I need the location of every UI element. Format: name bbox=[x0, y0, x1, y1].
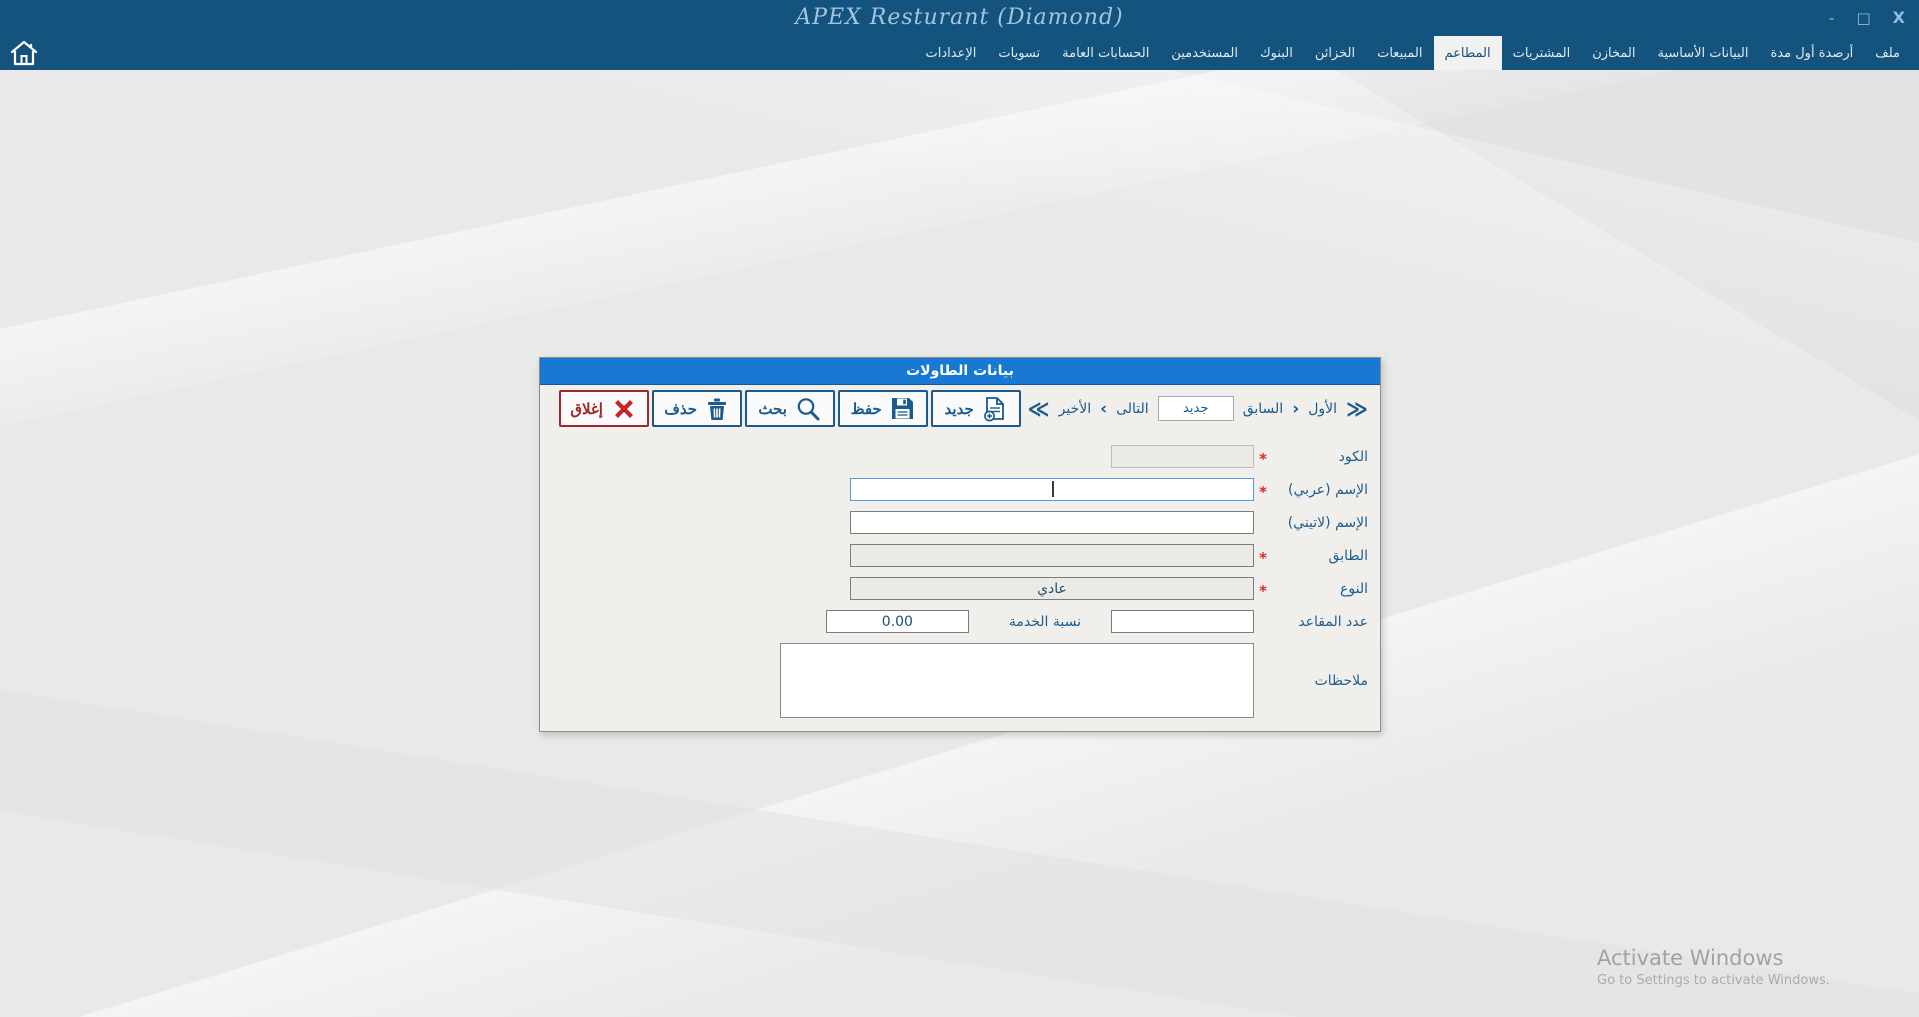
notes-label: ملاحظات bbox=[1272, 673, 1368, 689]
menu-item-banks[interactable]: البنوك bbox=[1249, 36, 1304, 70]
delete-button-label: حذف bbox=[664, 400, 697, 418]
code-row: الكود * bbox=[552, 445, 1368, 468]
nav-current-record: جديد bbox=[1158, 396, 1234, 421]
nav-previous-chevron-icon[interactable]: › bbox=[1292, 400, 1299, 418]
new-button[interactable]: جديد bbox=[931, 390, 1021, 427]
nav-first-button[interactable]: الأول bbox=[1308, 401, 1337, 417]
watermark-subtitle: Go to Settings to activate Windows. bbox=[1597, 973, 1830, 988]
nav-last-button[interactable]: الأخير bbox=[1059, 401, 1091, 417]
menu-item-purchases[interactable]: المشتريات bbox=[1502, 36, 1582, 70]
required-asterisk: * bbox=[1254, 548, 1272, 563]
watermark-title: Activate Windows bbox=[1597, 946, 1830, 970]
new-button-label: جديد bbox=[945, 400, 974, 418]
floor-row: الطابق * bbox=[552, 544, 1368, 567]
save-button-label: حفظ bbox=[851, 400, 882, 418]
tables-data-dialog: بيانات الطاولات ≫ الأول › السابق جديد ال… bbox=[539, 357, 1381, 732]
menu-item-safes[interactable]: الخزائن bbox=[1304, 36, 1366, 70]
menu-item-opening-balances[interactable]: أرصدة أول مدة bbox=[1760, 36, 1865, 70]
search-button-label: بحث bbox=[758, 400, 787, 418]
desktop: APEX Resturant (Diamond) - □ X ملف bbox=[0, 0, 1919, 1017]
record-navigator: ≫ الأول › السابق جديد التالى ‹ الأخير ≪ bbox=[1024, 396, 1376, 421]
table-form: الكود * الإسم (عربي) * الإسم (لاتيني) ال… bbox=[540, 431, 1380, 718]
name-arabic-row: الإسم (عربي) * bbox=[552, 478, 1368, 501]
close-x-icon bbox=[611, 396, 637, 422]
code-field bbox=[1111, 445, 1254, 468]
notes-row: ملاحظات bbox=[552, 643, 1368, 718]
save-button[interactable]: حفظ bbox=[838, 390, 928, 427]
text-caret bbox=[1052, 481, 1054, 497]
seats-label: عدد المقاعد bbox=[1272, 614, 1368, 630]
code-label: الكود bbox=[1272, 449, 1368, 465]
menu-item-settings[interactable]: الإعدادات bbox=[915, 36, 988, 70]
menu-item-sales[interactable]: المبيعات bbox=[1366, 36, 1433, 70]
notes-textarea[interactable] bbox=[780, 643, 1254, 718]
type-row: النوع * عادي bbox=[552, 577, 1368, 600]
search-button[interactable]: بحث bbox=[745, 390, 835, 427]
required-asterisk: * bbox=[1254, 482, 1272, 497]
menu-item-adjustments[interactable]: تسويات bbox=[987, 36, 1051, 70]
dialog-title: بيانات الطاولات bbox=[540, 358, 1380, 385]
maximize-button[interactable]: □ bbox=[1856, 7, 1870, 29]
name-latin-input[interactable] bbox=[850, 511, 1254, 534]
close-window-button[interactable]: X bbox=[1893, 7, 1905, 29]
type-label: النوع bbox=[1272, 581, 1368, 597]
seats-input[interactable] bbox=[1111, 610, 1254, 633]
menu-item-users[interactable]: المستخدمين bbox=[1160, 36, 1249, 70]
minimize-button[interactable]: - bbox=[1829, 7, 1834, 29]
floor-label: الطابق bbox=[1272, 548, 1368, 564]
nav-last-chevron-icon[interactable]: ≪ bbox=[1028, 399, 1050, 419]
menu-item-warehouses[interactable]: المخازن bbox=[1581, 36, 1646, 70]
name-arabic-label: الإسم (عربي) bbox=[1272, 482, 1368, 498]
name-latin-label: الإسم (لاتيني) bbox=[1272, 515, 1368, 531]
main-menu: ملف أرصدة أول مدة البيانات الأساسية المخ… bbox=[0, 36, 1919, 70]
floor-field bbox=[850, 544, 1254, 567]
name-latin-row: الإسم (لاتيني) bbox=[552, 511, 1368, 534]
search-icon bbox=[795, 396, 821, 422]
service-rate-input[interactable] bbox=[826, 610, 969, 633]
menu-item-general-accounts[interactable]: الحسابات العامة bbox=[1051, 36, 1160, 70]
nav-previous-button[interactable]: السابق bbox=[1243, 401, 1283, 417]
save-icon bbox=[890, 396, 915, 421]
required-asterisk: * bbox=[1254, 449, 1272, 464]
nav-next-button[interactable]: التالى bbox=[1116, 401, 1149, 417]
window-controls: - □ X bbox=[1829, 7, 1905, 29]
new-record-icon bbox=[982, 396, 1007, 422]
menu-item-basic-data[interactable]: البيانات الأساسية bbox=[1647, 36, 1760, 70]
window-title-bar: APEX Resturant (Diamond) - □ X bbox=[0, 0, 1919, 36]
app-title: APEX Resturant (Diamond) bbox=[0, 5, 1919, 30]
delete-button[interactable]: حذف bbox=[652, 390, 742, 427]
menu-item-restaurants[interactable]: المطاعم bbox=[1434, 36, 1502, 70]
service-rate-label: نسبة الخدمة bbox=[1009, 614, 1081, 630]
dialog-toolbar: ≫ الأول › السابق جديد التالى ‹ الأخير ≪ bbox=[540, 385, 1380, 431]
required-asterisk: * bbox=[1254, 581, 1272, 596]
app-header: APEX Resturant (Diamond) - □ X ملف bbox=[0, 0, 1919, 70]
type-select[interactable]: عادي bbox=[850, 577, 1254, 600]
nav-next-chevron-icon[interactable]: ‹ bbox=[1100, 400, 1107, 418]
close-button[interactable]: إغلاق bbox=[559, 390, 649, 427]
trash-icon bbox=[705, 396, 729, 422]
menu-item-file[interactable]: ملف bbox=[1864, 36, 1911, 70]
seats-row: عدد المقاعد نسبة الخدمة bbox=[552, 610, 1368, 633]
nav-first-chevron-icon[interactable]: ≫ bbox=[1346, 399, 1368, 419]
close-button-label: إغلاق bbox=[570, 400, 603, 418]
activate-windows-watermark: Activate Windows Go to Settings to activ… bbox=[1597, 946, 1830, 988]
